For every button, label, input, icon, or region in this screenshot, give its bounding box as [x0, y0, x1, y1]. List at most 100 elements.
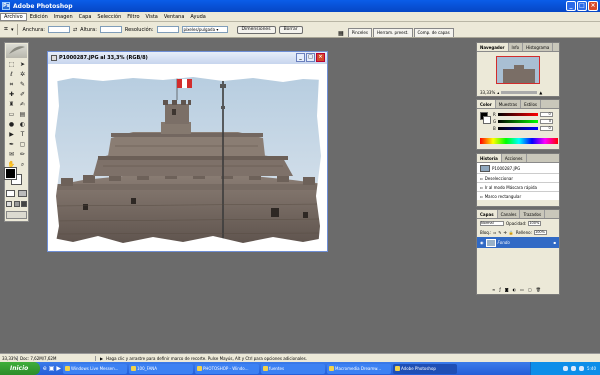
- task-folder-fana[interactable]: 100_FANA: [129, 363, 193, 374]
- layer-style-icon[interactable]: ƒ: [499, 287, 500, 292]
- quicklaunch-media-icon[interactable]: ▶: [56, 365, 61, 372]
- crop-tool-icon[interactable]: ⌗: [4, 25, 8, 34]
- tab-color[interactable]: Color: [477, 100, 496, 108]
- status-arrow-icon[interactable]: ▶: [96, 356, 103, 361]
- menu-ayuda[interactable]: Ayuda: [187, 14, 208, 20]
- tab-styles[interactable]: Estilos: [521, 100, 541, 108]
- shape-tool-icon[interactable]: ▢: [17, 140, 28, 150]
- menu-seleccion[interactable]: Selección: [94, 14, 124, 20]
- full-screen-menu-icon[interactable]: [13, 201, 20, 207]
- task-dreamweaver[interactable]: Macromedia Dreamw...: [327, 363, 391, 374]
- visibility-eye-icon[interactable]: ◉: [480, 240, 484, 245]
- tray-network-icon[interactable]: [563, 366, 569, 371]
- link-layers-icon[interactable]: ∞: [492, 287, 495, 292]
- task-adobe-photoshop[interactable]: Adobe Photoshop: [393, 363, 457, 374]
- zoom-in-icon[interactable]: ▲: [539, 90, 542, 95]
- type-tool-icon[interactable]: T: [17, 130, 28, 140]
- close-button[interactable]: ×: [588, 1, 598, 11]
- menu-capa[interactable]: Capa: [76, 14, 95, 20]
- delete-layer-icon[interactable]: 🗑: [536, 287, 541, 292]
- menu-imagen[interactable]: Imagen: [51, 14, 76, 20]
- navigator-zoom-slider[interactable]: [501, 91, 538, 94]
- tab-paths[interactable]: Trazados: [520, 210, 546, 218]
- document-titlebar[interactable]: P1000287.JPG al 33,3% (RGB/8) _ □ ×: [48, 52, 327, 64]
- channel-r-slider[interactable]: [497, 113, 538, 116]
- task-fuentes[interactable]: fuentes: [261, 363, 325, 374]
- marquee-tool-icon[interactable]: ⬚: [6, 60, 17, 70]
- healing-brush-tool-icon[interactable]: ✚: [6, 90, 17, 100]
- new-layer-icon[interactable]: ▢: [528, 287, 532, 292]
- eyedropper-tool-icon[interactable]: ✏: [17, 150, 28, 160]
- blur-tool-icon[interactable]: ●: [6, 120, 17, 130]
- menu-ventana[interactable]: Ventana: [161, 14, 188, 20]
- navigator-thumbnail[interactable]: [496, 56, 540, 84]
- channel-r-value[interactable]: 0: [539, 112, 553, 117]
- zoom-tool-icon[interactable]: ⌕: [17, 160, 28, 170]
- lock-move-icon[interactable]: ✛: [504, 230, 507, 235]
- full-screen-icon[interactable]: [21, 201, 27, 207]
- crop-tool-icon[interactable]: ⌗: [6, 80, 17, 90]
- new-group-icon[interactable]: ▭: [520, 287, 524, 292]
- lock-all-icon[interactable]: 🔒: [509, 230, 514, 235]
- tool-preset-arrow-icon[interactable]: ▾: [11, 27, 14, 33]
- task-messenger[interactable]: Windows Live Messen...: [63, 363, 127, 374]
- menu-edicion[interactable]: Edición: [27, 14, 51, 20]
- adjustment-layer-icon[interactable]: ◐: [513, 287, 517, 292]
- fill-value[interactable]: 100%: [533, 230, 547, 235]
- quicklaunch-desktop-icon[interactable]: ▣: [49, 365, 55, 372]
- tray-messenger-icon[interactable]: [579, 366, 585, 371]
- dodge-tool-icon[interactable]: ◐: [17, 120, 28, 130]
- quick-mask-mode-icon[interactable]: [18, 190, 27, 197]
- path-selection-tool-icon[interactable]: ▶: [6, 130, 17, 140]
- menu-archivo[interactable]: Archivo: [0, 12, 27, 21]
- doc-minimize-button[interactable]: _: [296, 53, 305, 62]
- layer-row[interactable]: ◉ Fondo ▪: [477, 237, 559, 248]
- palette-tab-brushes[interactable]: Pinceles: [347, 28, 372, 37]
- palette-tab-tool-presets[interactable]: Herram. preest.: [372, 28, 413, 37]
- minimize-button[interactable]: _: [566, 1, 576, 11]
- clock[interactable]: 5:40: [587, 366, 596, 371]
- doc-maximize-button[interactable]: □: [306, 53, 315, 62]
- channel-g-slider[interactable]: [498, 120, 539, 123]
- width-input[interactable]: [47, 26, 70, 33]
- file-browser-icon[interactable]: ▦: [338, 30, 344, 37]
- color-ramp[interactable]: [480, 138, 558, 144]
- history-step[interactable]: ▫ Deseleccionar: [477, 173, 559, 182]
- zoom-out-icon[interactable]: ▴: [497, 90, 499, 95]
- lasso-tool-icon[interactable]: ℓ: [6, 70, 17, 80]
- history-step[interactable]: ▫ Marco rectangular: [477, 191, 559, 200]
- history-brush-tool-icon[interactable]: ✍: [17, 100, 28, 110]
- gradient-tool-icon[interactable]: ▤: [17, 110, 28, 120]
- channel-g-value[interactable]: 0: [540, 119, 554, 124]
- blend-mode-select[interactable]: Normal: [480, 221, 504, 226]
- history-snapshot[interactable]: P1000287.JPG: [477, 163, 559, 173]
- standard-mode-icon[interactable]: [6, 190, 15, 197]
- tab-history[interactable]: Historia: [477, 154, 502, 162]
- image-canvas[interactable]: [53, 76, 324, 247]
- tab-channels[interactable]: Canales: [498, 210, 521, 218]
- resolution-units-select[interactable]: píxeles/pulgada ▾: [181, 26, 228, 33]
- magic-wand-tool-icon[interactable]: ✲: [17, 70, 28, 80]
- quicklaunch-ie-icon[interactable]: e: [43, 365, 47, 372]
- eraser-tool-icon[interactable]: ▭: [6, 110, 17, 120]
- slice-tool-icon[interactable]: ✎: [17, 80, 28, 90]
- maximize-button[interactable]: □: [577, 1, 587, 11]
- tab-actions[interactable]: Acciones: [502, 154, 527, 162]
- start-button[interactable]: Inicio: [0, 362, 40, 375]
- menu-filtro[interactable]: Filtro: [124, 14, 142, 20]
- brush-tool-icon[interactable]: ✐: [17, 90, 28, 100]
- foreground-color-swatch[interactable]: [4, 167, 17, 180]
- front-image-button[interactable]: Dimensiones: [236, 25, 276, 34]
- opacity-value[interactable]: 100%: [528, 221, 542, 226]
- channel-b-value[interactable]: 0: [539, 126, 553, 131]
- lock-transparency-icon[interactable]: ▫: [493, 230, 496, 235]
- tab-histogram[interactable]: Histograma: [523, 43, 554, 51]
- tray-volume-icon[interactable]: [571, 366, 577, 371]
- history-step[interactable]: ▫ Ir al modo Máscara rápida: [477, 182, 559, 191]
- color-bg-swatch[interactable]: [483, 116, 491, 124]
- channel-b-slider[interactable]: [497, 127, 538, 130]
- status-doc-size[interactable]: Doc: 7,62M/7,62M: [18, 355, 96, 361]
- swap-icon[interactable]: ⇄: [73, 27, 77, 33]
- status-zoom[interactable]: 33,33%: [0, 355, 18, 361]
- task-photoshop-window[interactable]: PHOTOSHOP - Windo...: [195, 363, 259, 374]
